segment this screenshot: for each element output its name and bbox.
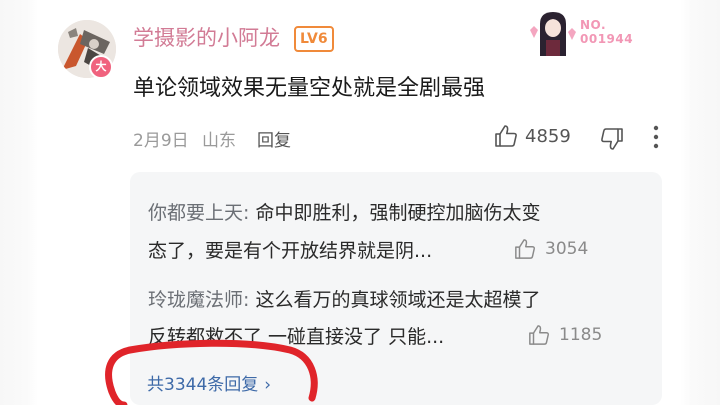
reply-1-text-1: 命中即胜利，强制硬控加脑伤太变 [249,202,541,224]
chevron-right-icon: › [264,375,272,395]
fan-number-text: NO. 001944 [580,18,634,46]
reply-1-like-icon[interactable] [514,238,536,260]
comment-meta: 2月9日 山东 [133,126,236,151]
reply-1-line-1[interactable]: 你都要上天: 命中即胜利，强制硬控加脑伤太变 [148,198,540,225]
reply-2-line-1[interactable]: 玲珑魔法师: 这么看万的真球领域还是太超模了 [148,285,540,312]
more-options-icon[interactable] [646,124,666,150]
right-edge [680,0,720,405]
reply-1-line-2[interactable]: 态了，要是有个开放结界就是阴... [148,236,432,263]
comment-location: 山东 [202,131,237,151]
like-count: 4859 [525,126,571,147]
total-replies-text: 共3344条回复 [147,375,259,395]
fan-number: NO. 001944 [580,18,633,46]
reply-1-like-count: 3054 [545,239,589,259]
level-badge: LV6 [294,26,334,52]
avatar-badge: 大 [89,55,113,79]
reply-1-username[interactable]: 你都要上天: [148,202,249,224]
comment-date: 2月9日 [133,131,189,151]
left-edge [0,0,38,405]
like-icon[interactable] [494,124,518,148]
reply-button[interactable]: 回复 [257,126,291,151]
reply-2-text-2: 反转都救不了 一碰直接没了 只能... [148,326,445,348]
comment-text: 单论领域效果无量空处就是全剧最强 [133,76,486,101]
reply-2-line-2[interactable]: 反转都救不了 一碰直接没了 只能... [148,322,444,349]
reply-1-text-2: 态了，要是有个开放结界就是阴... [148,240,433,262]
view-all-replies-link[interactable]: 共3344条回复 › [147,370,271,395]
reply-2-text-1: 这么看万的真球领域还是太超模了 [249,289,541,311]
dislike-icon[interactable] [600,127,624,151]
reply-2-like-icon[interactable] [528,324,550,346]
reply-2-username[interactable]: 玲珑魔法师: [148,289,249,311]
username[interactable]: 学摄影的小阿龙 [133,22,280,52]
reply-2-like-count: 1185 [559,325,603,345]
